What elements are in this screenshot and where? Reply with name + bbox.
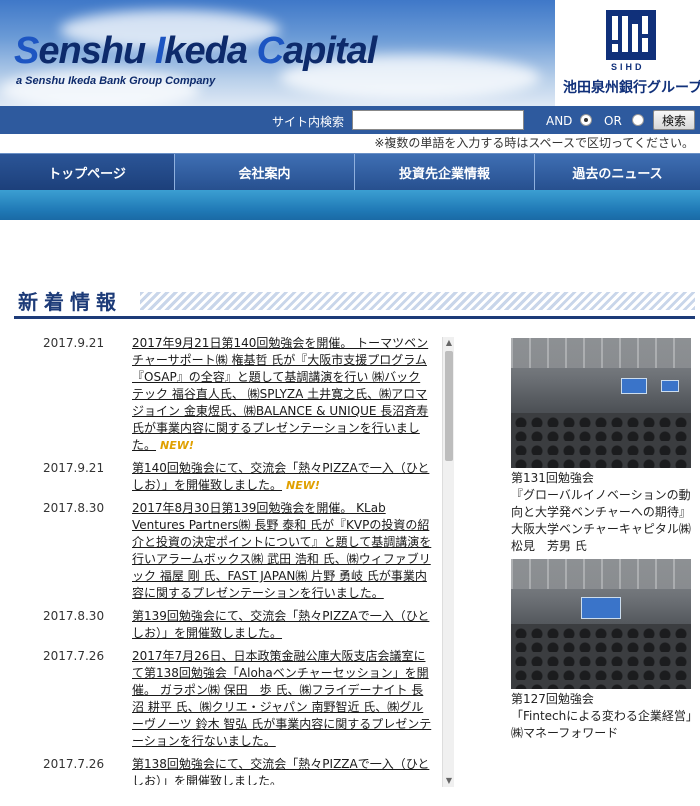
section-rule	[14, 316, 695, 319]
news-link-text[interactable]: 第139回勉強会にて、交流会「熱々PIZZAで一入（ひとしお）」を開催致しました…	[132, 609, 429, 640]
news-link[interactable]: 第139回勉強会にて、交流会「熱々PIZZAで一入（ひとしお）」を開催致しました…	[132, 608, 432, 642]
scroll-up-icon[interactable]: ▲	[443, 337, 455, 349]
news-link[interactable]: 第138回勉強会にて、交流会「熱々PIZZAで一入（ひとしお）」を開催致しました…	[132, 756, 432, 785]
news-link[interactable]: 2017年9月21日第140回勉強会を開催。 トーマツベンチャーサポート㈱ 権基…	[132, 335, 432, 454]
seminar-caption[interactable]: 第131回勉強会 『グローバルイノベーションの動向と大学発ベンチャーへの期待』 …	[511, 470, 696, 555]
news-item: 2017.7.26 2017年7月26日、日本政策金融公庫大阪支店会議室にて第1…	[14, 648, 456, 750]
seminar-title: 第131回勉強会	[511, 471, 594, 485]
news-date: 2017.7.26	[43, 649, 105, 663]
nav-portfolio[interactable]: 投資先企業情報	[355, 154, 535, 191]
new-badge: NEW!	[160, 439, 194, 452]
main-nav: トップページ 会社案内 投資先企業情報 過去のニュース	[0, 153, 700, 191]
news-date: 2017.8.30	[43, 609, 105, 623]
seminar-line: 松見 芳男 氏	[511, 539, 587, 553]
section-decoration	[140, 292, 695, 310]
seminar-line: 「Fintechによる変わる企業経営」	[511, 709, 698, 723]
news-item: 2017.8.30 第139回勉強会にて、交流会「熱々PIZZAで一入（ひとしお…	[14, 608, 456, 642]
nav-company[interactable]: 会社案内	[175, 154, 355, 191]
news-date: 2017.7.26	[43, 757, 105, 771]
logo-word: enshu	[38, 30, 155, 72]
search-input[interactable]	[352, 110, 524, 130]
nav-band	[0, 190, 700, 220]
scroll-down-icon[interactable]: ▼	[443, 775, 455, 787]
news-scrollbar[interactable]: ▲ ▼	[442, 337, 454, 787]
and-label: AND	[546, 114, 573, 128]
news-date: 2017.9.21	[43, 461, 105, 475]
search-note: ※複数の単語を入力する時はスペースで区切ってください。	[374, 136, 694, 150]
site-logo[interactable]: Senshu Ikeda Capital	[14, 30, 377, 73]
scroll-thumb[interactable]	[445, 351, 453, 461]
news-link[interactable]: 第140回勉強会にて、交流会「熱々PIZZAで一入（ひとしお）」を開催致しました…	[132, 460, 432, 494]
logo-letter: S	[14, 30, 39, 72]
photo-screen	[661, 380, 679, 392]
seminar-title: 第127回勉強会	[511, 692, 594, 706]
news-link-text[interactable]: 2017年7月26日、日本政策金融公庫大阪支店会議室にて第138回勉強会「Alo…	[132, 649, 431, 748]
news-link-text[interactable]: 第138回勉強会にて、交流会「熱々PIZZAで一入（ひとしお）」を開催致しました…	[132, 757, 429, 785]
logo-letter: I	[154, 30, 166, 72]
new-badge: NEW!	[286, 479, 320, 492]
nav-top-page[interactable]: トップページ	[0, 154, 175, 191]
seminar-line: 大阪大学ベンチャーキャピタル㈱	[511, 522, 691, 536]
news-date: 2017.9.21	[43, 336, 105, 350]
photo-screen	[581, 597, 621, 619]
seminar-line: ㈱マネーフォワード	[511, 726, 619, 740]
news-link-text[interactable]: 第140回勉強会にて、交流会「熱々PIZZAで一入（ひとしお）」を開催致しました…	[132, 461, 429, 492]
logo-tagline: a Senshu Ikeda Bank Group Company	[16, 75, 216, 87]
or-radio[interactable]	[632, 114, 644, 126]
sihd-logo-icon[interactable]	[606, 10, 656, 60]
search-button[interactable]: 検索	[653, 110, 695, 130]
and-radio[interactable]	[580, 114, 592, 126]
news-date: 2017.8.30	[43, 501, 105, 515]
seminar-photo[interactable]	[511, 338, 691, 468]
section-title: 新着情報	[18, 290, 122, 314]
photo-ceiling	[511, 338, 691, 368]
or-label: OR	[604, 114, 622, 128]
news-item: 2017.9.21 2017年9月21日第140回勉強会を開催。 トーマツベンチ…	[14, 335, 456, 454]
seminar-caption[interactable]: 第127回勉強会 「Fintechによる変わる企業経営」 ㈱マネーフォワード	[511, 691, 698, 742]
seminar-photo[interactable]	[511, 559, 691, 689]
nav-past-news[interactable]: 過去のニュース	[535, 154, 700, 191]
news-link[interactable]: 2017年8月30日第139回勉強会を開催。 KLab Ventures Par…	[132, 500, 432, 602]
photo-audience	[511, 624, 691, 689]
search-label: サイト内検索	[272, 115, 345, 129]
photo-ceiling	[511, 559, 691, 589]
search-bar: サイト内検索 AND OR 検索	[0, 106, 700, 134]
group-name[interactable]: 池田泉州銀行グループ	[563, 77, 700, 97]
sihd-label: SIHD	[611, 62, 645, 72]
photo-audience	[511, 413, 691, 468]
news-link-text[interactable]: 2017年9月21日第140回勉強会を開催。 トーマツベンチャーサポート㈱ 権基…	[132, 336, 428, 452]
photo-screen	[621, 378, 647, 394]
logo-word: keda	[164, 30, 257, 72]
news-item: 2017.9.21 第140回勉強会にて、交流会「熱々PIZZAで一入（ひとしお…	[14, 460, 456, 494]
logo-word: apital	[283, 30, 377, 72]
news-item: 2017.8.30 2017年8月30日第139回勉強会を開催。 KLab Ve…	[14, 500, 456, 602]
news-link[interactable]: 2017年7月26日、日本政策金融公庫大阪支店会議室にて第138回勉強会「Alo…	[132, 648, 432, 750]
news-link-text[interactable]: 2017年8月30日第139回勉強会を開催。 KLab Ventures Par…	[132, 501, 431, 600]
news-item: 2017.7.26 第138回勉強会にて、交流会「熱々PIZZAで一入（ひとしお…	[14, 756, 456, 785]
seminar-line: 『グローバルイノベーションの動向と大学発ベンチャーへの期待』	[511, 488, 691, 519]
news-list[interactable]: 2017.9.21 2017年9月21日第140回勉強会を開催。 トーマツベンチ…	[14, 335, 456, 785]
site-header: Senshu Ikeda Capital a Senshu Ikeda Bank…	[0, 0, 700, 106]
logo-letter: C	[256, 30, 284, 72]
seminar-sidebar: 第131回勉強会 『グローバルイノベーションの動向と大学発ベンチャーへの期待』 …	[511, 338, 698, 746]
